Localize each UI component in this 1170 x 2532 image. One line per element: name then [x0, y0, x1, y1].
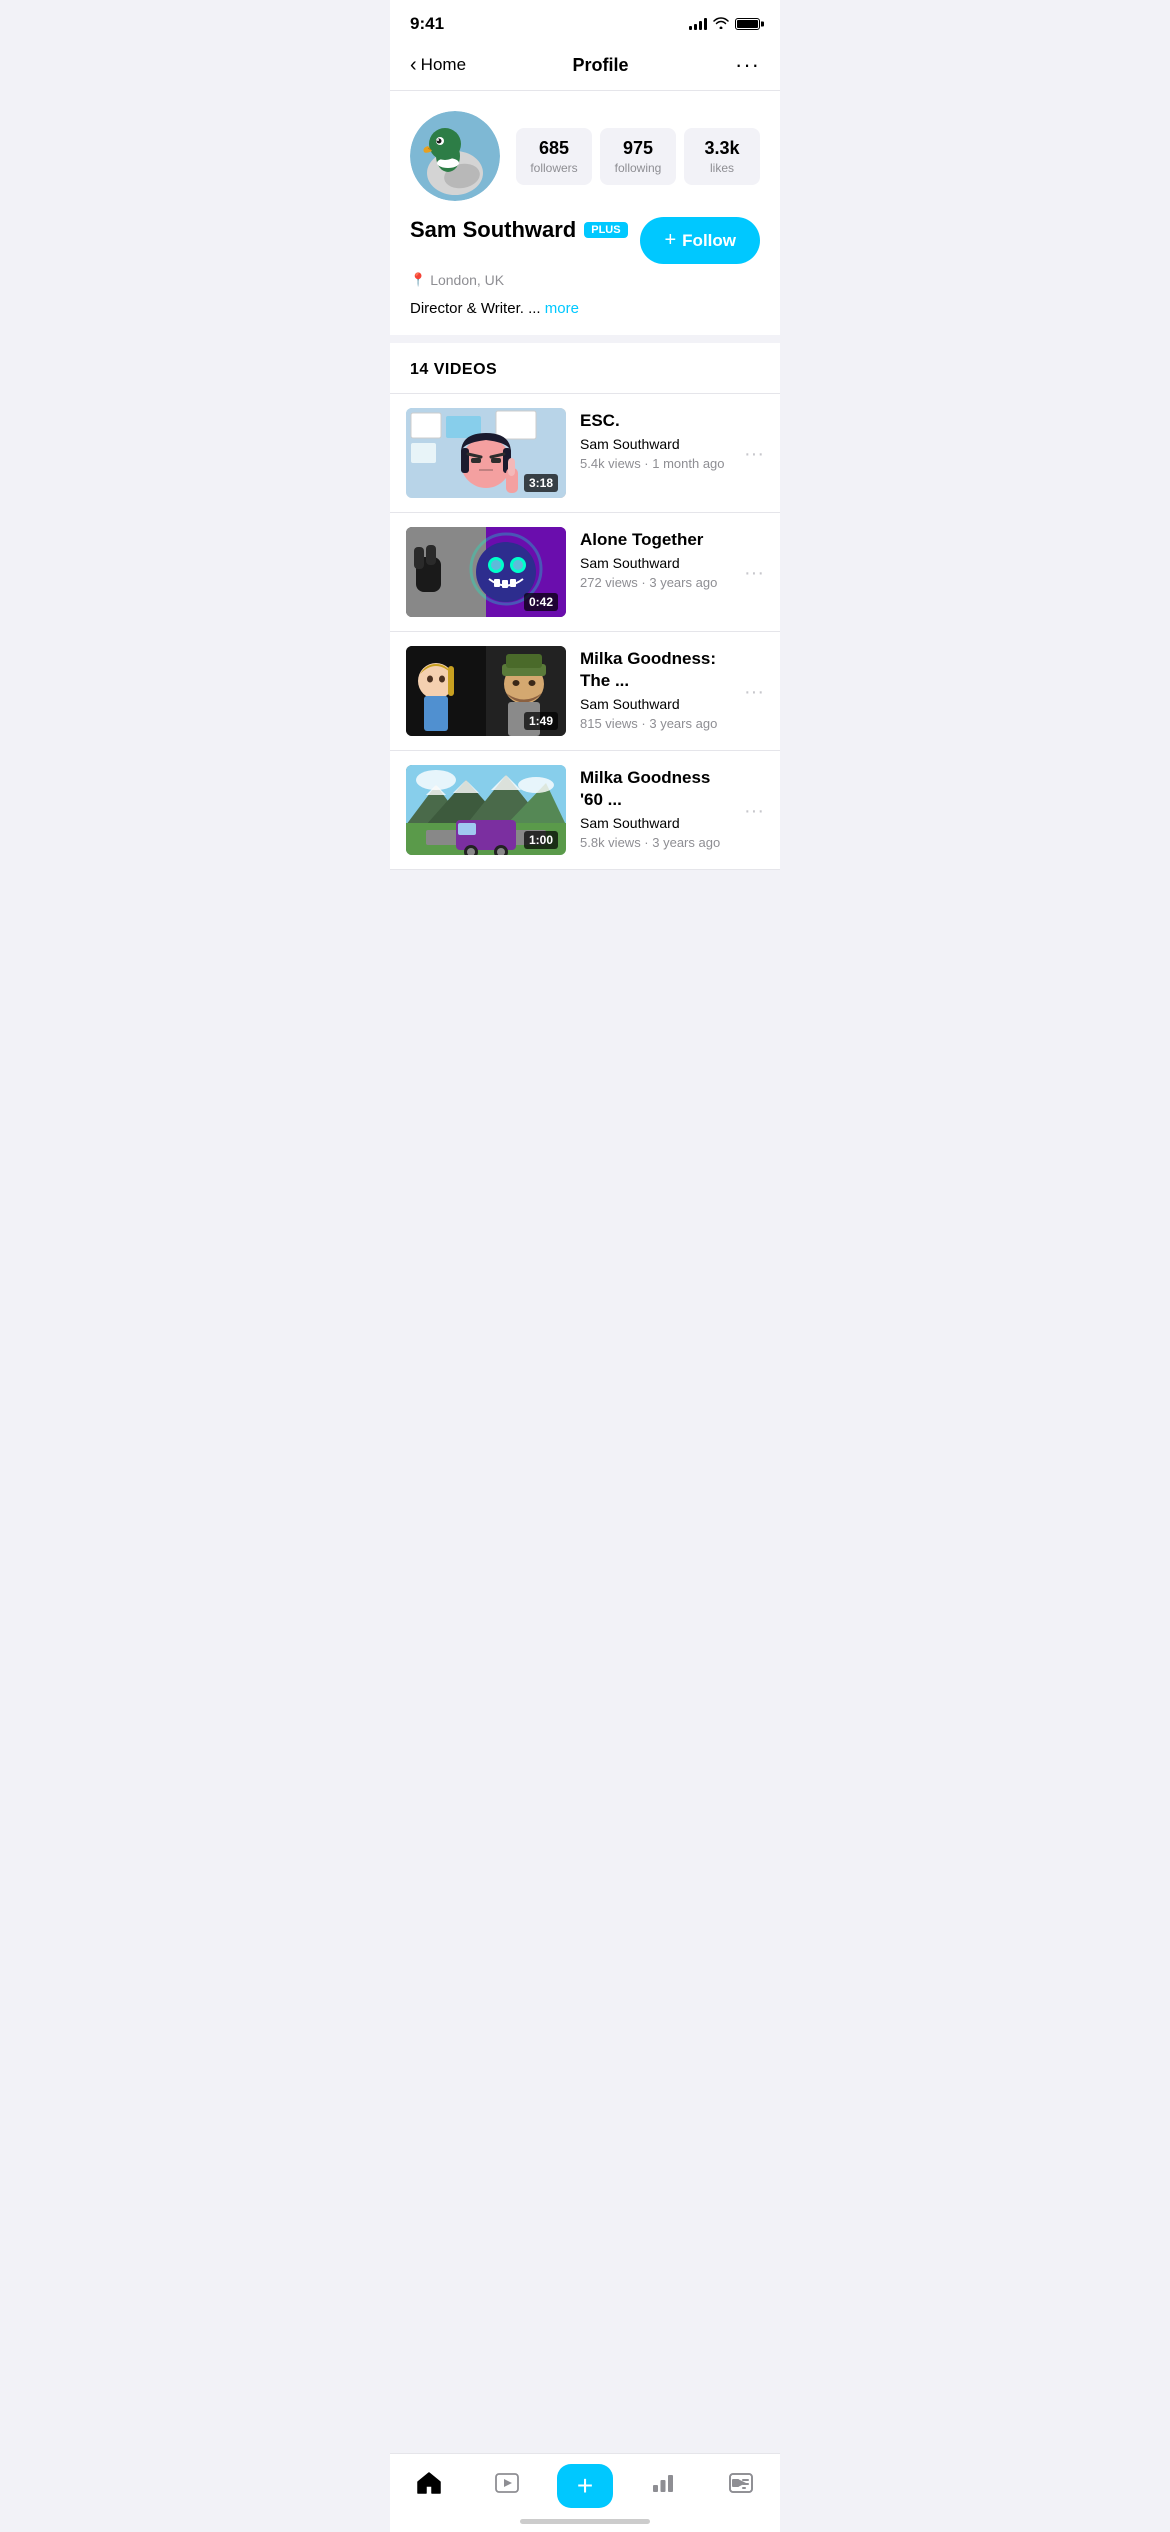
video-title: ESC.: [580, 410, 730, 432]
analytics-icon: [650, 2471, 676, 2502]
wifi-icon: [713, 17, 729, 32]
location-pin-icon: 📍: [410, 272, 426, 288]
bio-text: Director & Writer.: [410, 300, 524, 317]
followers-stat[interactable]: 685 followers: [516, 128, 592, 185]
video-title: Alone Together: [580, 529, 730, 551]
video-info: Milka Goodness: The ... Sam Southward 81…: [580, 646, 730, 731]
video-title: Milka Goodness: The ...: [580, 648, 730, 692]
video-meta: 815 views · 3 years ago: [580, 716, 730, 731]
video-thumbnail: 3:18: [406, 408, 566, 498]
plus-badge: PLUS: [584, 222, 627, 238]
bio-more-link[interactable]: more: [545, 300, 579, 317]
videos-header: 14 VIDEOS: [390, 343, 780, 394]
more-options-button[interactable]: ···: [735, 52, 760, 78]
video-info: Milka Goodness '60 ... Sam Southward 5.8…: [580, 765, 730, 850]
page-title: Profile: [573, 55, 629, 76]
following-stat[interactable]: 975 following: [600, 128, 676, 185]
profile-name-row: Sam Southward PLUS: [410, 217, 628, 243]
nav-add-button[interactable]: +: [546, 2464, 624, 2508]
video-author: Sam Southward: [580, 436, 730, 452]
feed-icon: [728, 2471, 754, 2502]
video-duration: 3:18: [524, 474, 558, 492]
video-meta: 5.4k views · 1 month ago: [580, 456, 730, 471]
likes-count: 3.3k: [692, 138, 752, 159]
video-title: Milka Goodness '60 ...: [580, 767, 730, 811]
home-indicator: [520, 2519, 650, 2524]
bio-ellipsis: ...: [528, 300, 545, 317]
add-icon: +: [577, 2472, 593, 2500]
video-more-button[interactable]: ···: [744, 560, 764, 585]
following-label: following: [608, 161, 668, 175]
battery-icon: [735, 18, 760, 30]
video-more-button[interactable]: ···: [744, 679, 764, 704]
video-author: Sam Southward: [580, 696, 730, 712]
status-bar: 9:41: [390, 0, 780, 42]
status-icons: [689, 17, 760, 32]
follow-label: Follow: [682, 231, 736, 251]
add-content-button[interactable]: +: [557, 2464, 613, 2508]
nav-feed-button[interactable]: [702, 2471, 780, 2502]
profile-bio: Director & Writer. ... more: [410, 298, 760, 319]
location-text: London, UK: [430, 272, 504, 288]
videos-section: 14 VIDEOS: [390, 343, 780, 870]
video-meta: 5.8k views · 3 years ago: [580, 835, 730, 850]
section-divider: [390, 335, 780, 343]
video-thumbnail: 1:00: [406, 765, 566, 855]
nav-home-button[interactable]: [390, 2471, 468, 2502]
followers-count: 685: [524, 138, 584, 159]
nav-analytics-button[interactable]: [624, 2471, 702, 2502]
profile-name: Sam Southward: [410, 217, 576, 243]
home-icon: [416, 2471, 442, 2502]
profile-top: 685 followers 975 following 3.3k likes: [410, 111, 760, 201]
followers-label: followers: [524, 161, 584, 175]
video-thumbnail: 1:49: [406, 646, 566, 736]
stats-row: 685 followers 975 following 3.3k likes: [516, 128, 760, 185]
profile-name-section: Sam Southward PLUS: [410, 217, 628, 243]
nav-video-button[interactable]: [468, 2471, 546, 2502]
profile-location: 📍 London, UK: [410, 272, 760, 288]
video-more-button[interactable]: ···: [744, 798, 764, 823]
video-author: Sam Southward: [580, 555, 730, 571]
likes-stat[interactable]: 3.3k likes: [684, 128, 760, 185]
video-meta: 272 views · 3 years ago: [580, 575, 730, 590]
nav-bar: ‹ Home Profile ···: [390, 42, 780, 91]
video-item[interactable]: 1:49 Milka Goodness: The ... Sam Southwa…: [390, 632, 780, 751]
follow-button[interactable]: + Follow: [640, 217, 760, 264]
video-duration: 1:00: [524, 831, 558, 849]
status-time: 9:41: [410, 14, 444, 34]
video-play-icon: [494, 2471, 520, 2502]
profile-info: Sam Southward PLUS + Follow: [410, 217, 760, 264]
video-more-button[interactable]: ···: [744, 441, 764, 466]
video-author: Sam Southward: [580, 815, 730, 831]
back-label: Home: [421, 55, 466, 75]
follow-plus-icon: +: [664, 229, 676, 252]
video-info: ESC. Sam Southward 5.4k views · 1 month …: [580, 408, 730, 471]
following-count: 975: [608, 138, 668, 159]
likes-label: likes: [692, 161, 752, 175]
video-item[interactable]: 0:42 Alone Together Sam Southward 272 vi…: [390, 513, 780, 632]
video-item[interactable]: 3:18 ESC. Sam Southward 5.4k views · 1 m…: [390, 394, 780, 513]
profile-section: 685 followers 975 following 3.3k likes S…: [390, 91, 780, 335]
video-duration: 0:42: [524, 593, 558, 611]
video-duration: 1:49: [524, 712, 558, 730]
back-button[interactable]: ‹ Home: [410, 55, 466, 75]
content-area: 685 followers 975 following 3.3k likes S…: [390, 91, 780, 950]
back-chevron-icon: ‹: [410, 55, 417, 75]
video-thumbnail: 0:42: [406, 527, 566, 617]
signal-icon: [689, 18, 707, 30]
video-item[interactable]: 1:00 Milka Goodness '60 ... Sam Southwar…: [390, 751, 780, 870]
avatar[interactable]: [410, 111, 500, 201]
video-info: Alone Together Sam Southward 272 views ·…: [580, 527, 730, 590]
